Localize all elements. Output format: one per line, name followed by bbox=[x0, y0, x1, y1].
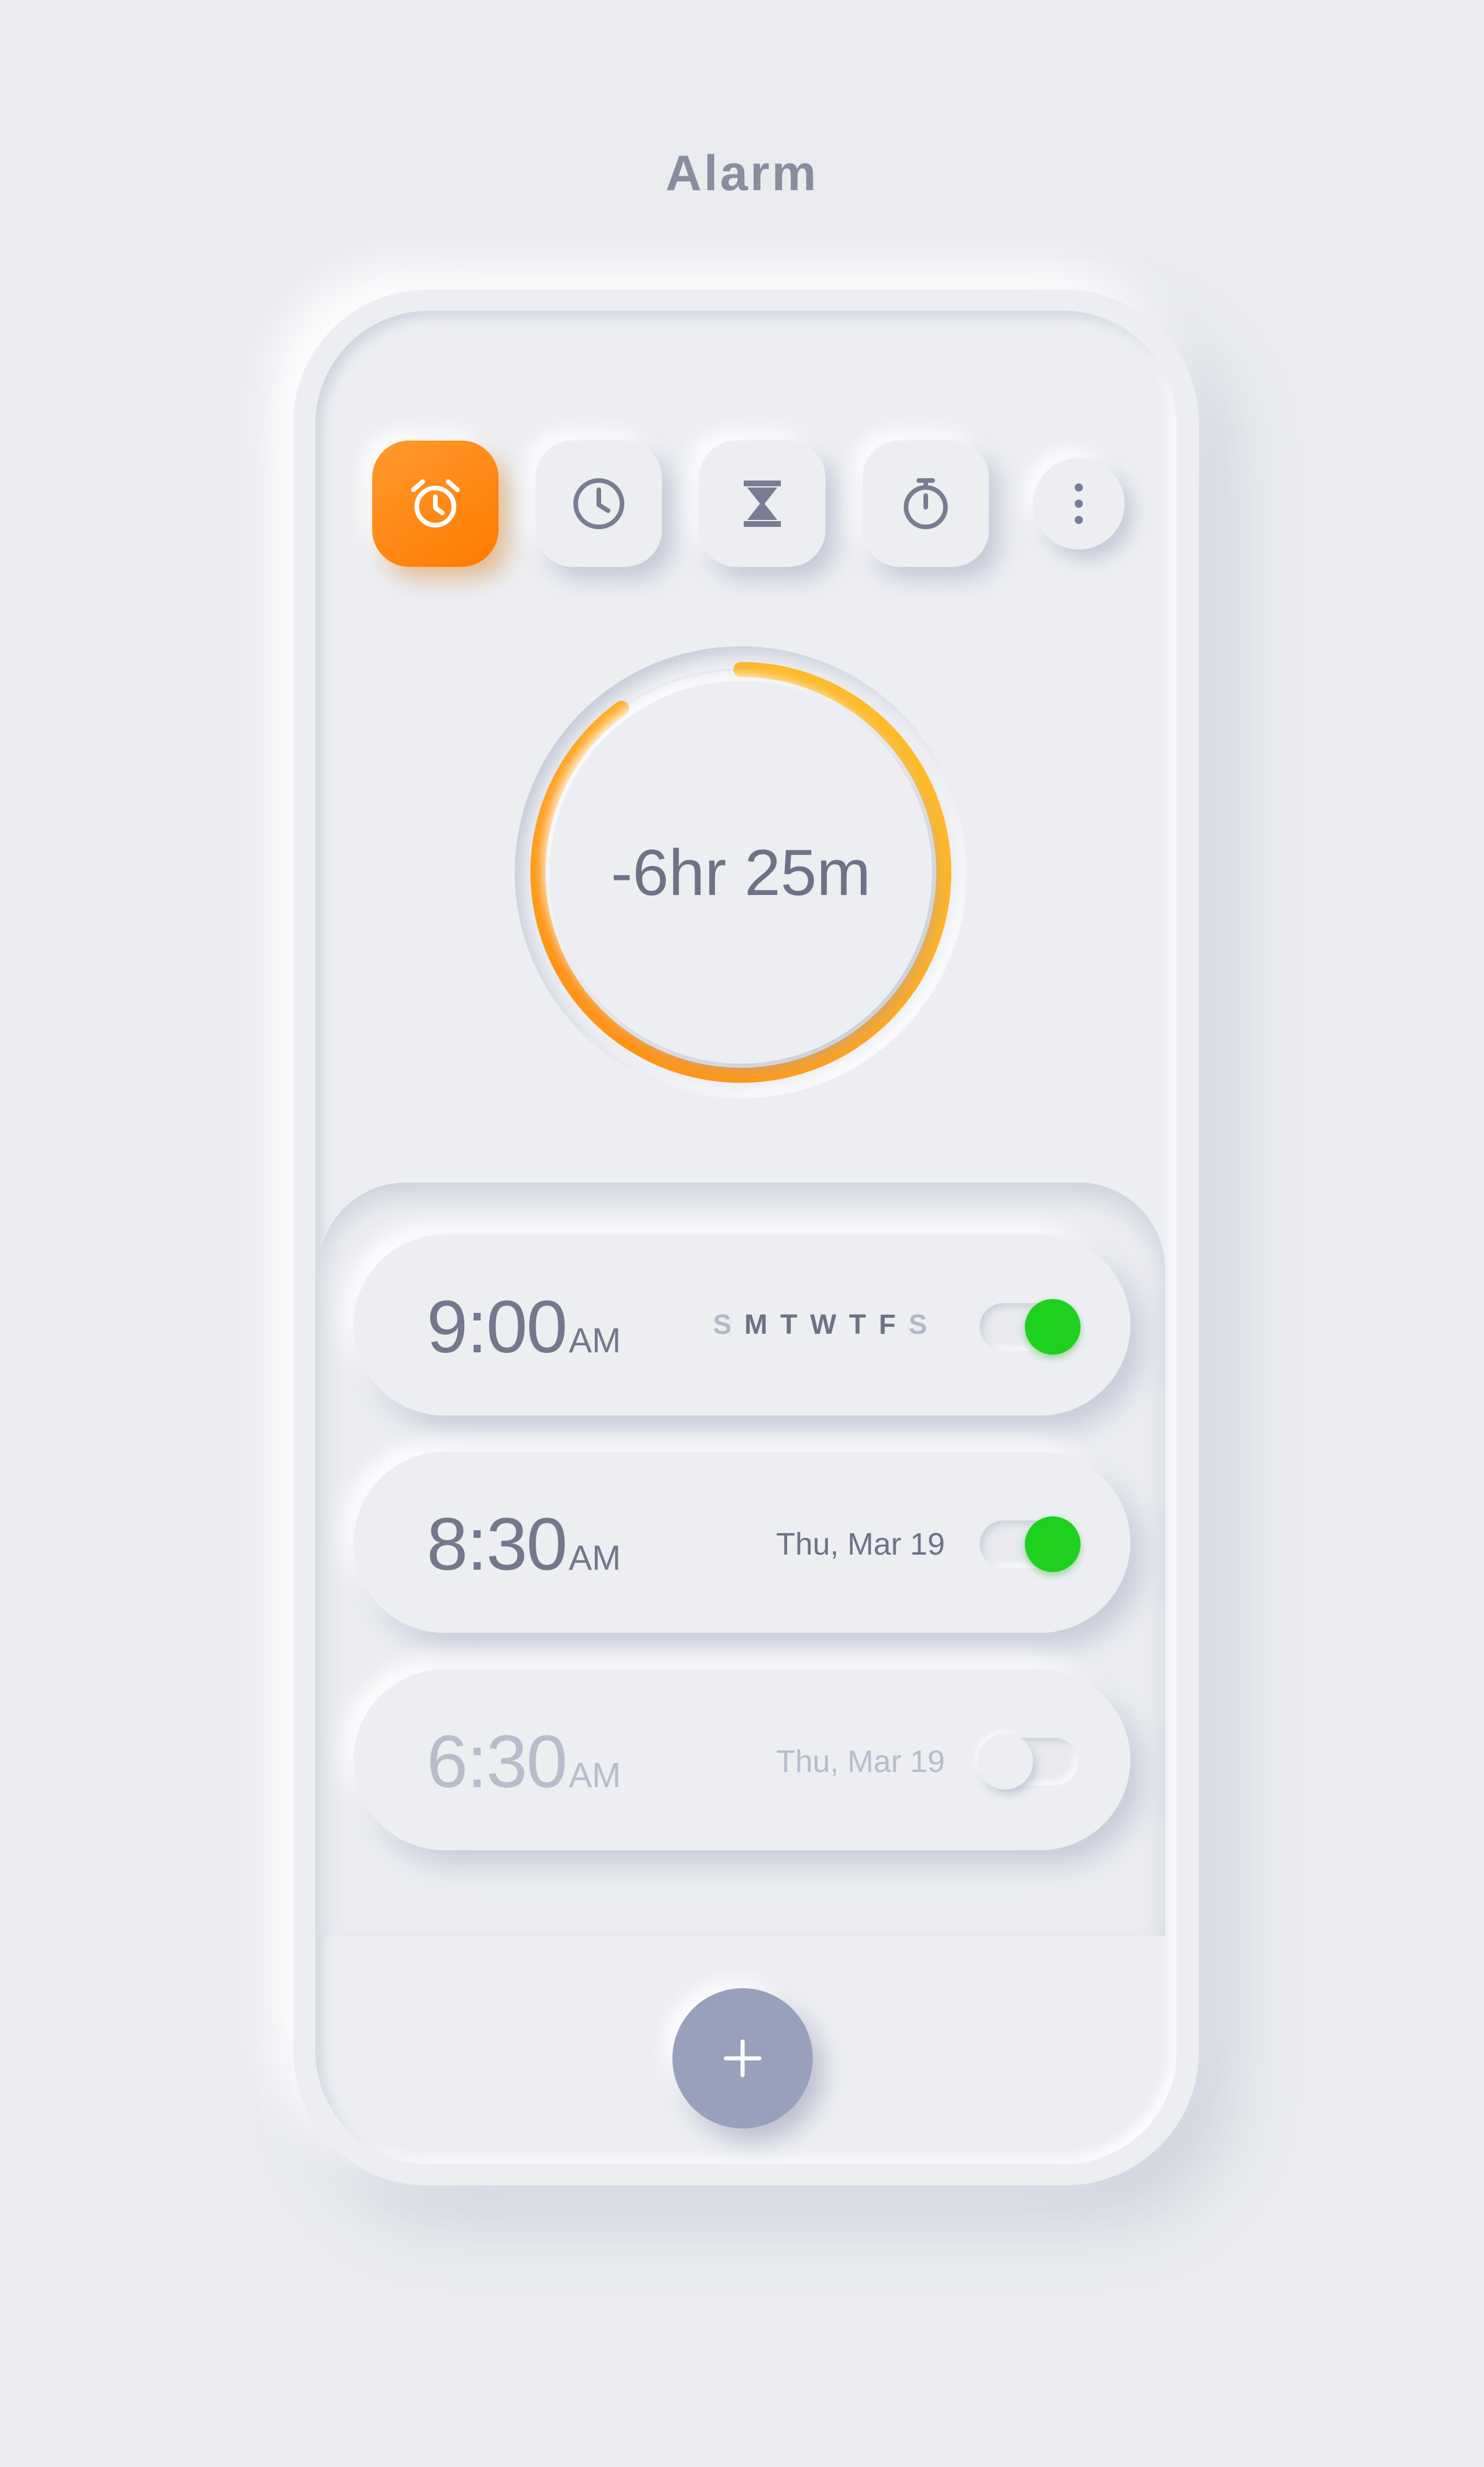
day-sunday: S bbox=[713, 1309, 732, 1340]
countdown-label: -6hr 25m bbox=[610, 836, 871, 909]
day-tuesday: T bbox=[780, 1309, 798, 1340]
tab-stopwatch[interactable] bbox=[863, 441, 989, 567]
toggle-knob bbox=[1025, 1299, 1081, 1355]
alarm-time-value: 8:30 bbox=[427, 1503, 568, 1586]
alarm-time-value: 6:30 bbox=[427, 1720, 568, 1803]
more-vertical-icon bbox=[1070, 481, 1087, 527]
clock-icon bbox=[570, 475, 628, 533]
tab-timer[interactable] bbox=[699, 441, 825, 567]
alarm-item[interactable]: 9:00AM S M T W T F S bbox=[354, 1235, 1130, 1416]
more-options-button[interactable] bbox=[1033, 458, 1125, 550]
tab-clock[interactable] bbox=[536, 441, 662, 567]
plus-icon bbox=[722, 2038, 763, 2079]
day-friday: F bbox=[878, 1309, 896, 1340]
alarm-time-value: 9:00 bbox=[427, 1286, 568, 1369]
alarm-date: Thu, Mar 19 bbox=[776, 1744, 945, 1779]
alarm-item[interactable]: 8:30AM Thu, Mar 19 bbox=[354, 1452, 1130, 1633]
alarm-time: 9:00AM bbox=[427, 1285, 621, 1370]
alarm-time: 6:30AM bbox=[427, 1719, 621, 1804]
hourglass-icon bbox=[733, 475, 791, 533]
alarm-date: Thu, Mar 19 bbox=[776, 1527, 945, 1562]
alarm-period: AM bbox=[569, 1538, 621, 1577]
toggle-knob bbox=[977, 1734, 1033, 1789]
alarm-item[interactable]: 6:30AM Thu, Mar 19 bbox=[354, 1669, 1130, 1850]
add-alarm-button[interactable] bbox=[672, 1988, 813, 2128]
alarm-clock-icon bbox=[406, 475, 464, 533]
alarm-period: AM bbox=[569, 1321, 621, 1360]
alarm-period: AM bbox=[569, 1756, 621, 1795]
day-wednesday: W bbox=[810, 1309, 836, 1340]
toggle-knob bbox=[1025, 1516, 1081, 1572]
tab-alarm[interactable] bbox=[372, 441, 499, 567]
repeat-days: S M T W T F S bbox=[713, 1309, 927, 1341]
alarm-toggle[interactable] bbox=[977, 1734, 1078, 1789]
day-saturday: S bbox=[908, 1309, 928, 1340]
alarm-toggle[interactable] bbox=[980, 1516, 1081, 1572]
day-thursday: T bbox=[849, 1309, 866, 1340]
day-monday: M bbox=[744, 1309, 768, 1340]
countdown-face: -6hr 25m bbox=[550, 681, 932, 1064]
stopwatch-icon bbox=[897, 475, 955, 533]
alarm-time: 8:30AM bbox=[427, 1502, 621, 1587]
alarm-toggle[interactable] bbox=[980, 1299, 1081, 1355]
page-title: Alarm bbox=[665, 145, 819, 201]
